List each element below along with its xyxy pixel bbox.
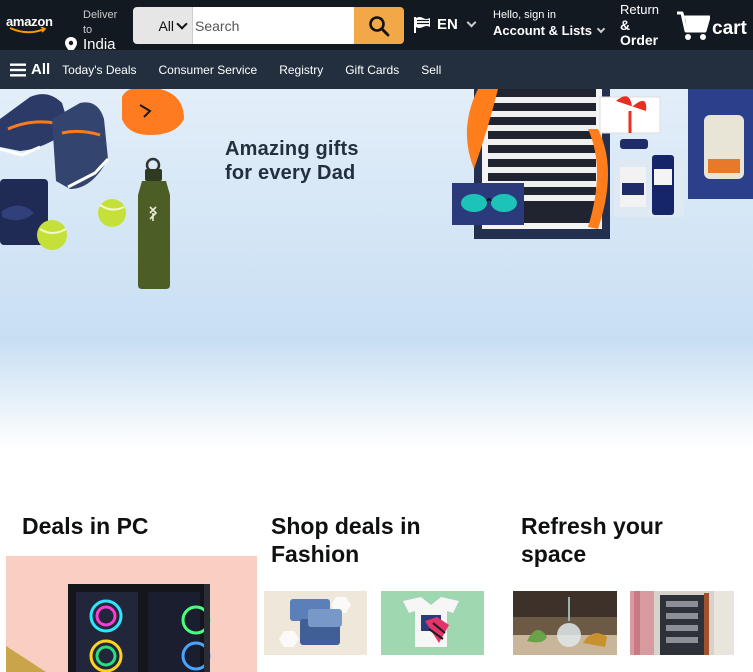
card-shop-deals-in-fashion[interactable]: Shop deals in Fashion: [257, 500, 503, 672]
logo-smile-icon: [9, 27, 47, 34]
returns-orders-link[interactable]: Return & Order: [620, 2, 664, 49]
cart-button[interactable]: cart: [676, 10, 747, 42]
secondary-navbar: All Today's Deals Consumer Service Regis…: [0, 50, 753, 89]
card-title: Refresh your space: [521, 512, 663, 568]
search-icon: [369, 15, 390, 36]
card-deals-in-pc[interactable]: Deals in PC: [6, 500, 257, 672]
home-decor-image[interactable]: [513, 591, 617, 655]
gaming-pc-image: [6, 584, 211, 672]
fashion-jeans-image[interactable]: [264, 591, 367, 655]
search-category-value: All: [158, 17, 174, 34]
search-input[interactable]: [193, 7, 354, 44]
language-selector[interactable]: EN: [413, 14, 477, 34]
hero-products-left-image: [0, 89, 184, 289]
search-button[interactable]: [354, 7, 404, 44]
amazon-logo[interactable]: amazon: [6, 13, 56, 37]
all-menu-label: All: [31, 61, 51, 78]
hero-headline-line2: for every Dad: [225, 162, 356, 184]
hero-banner[interactable]: Amazing gifts for every Dad: [0, 89, 753, 449]
hamburger-menu-icon: [10, 63, 26, 76]
orders-line1: Return: [620, 2, 660, 17]
search-bar: All: [133, 7, 404, 44]
nav-link-consumer-service[interactable]: Consumer Service: [159, 63, 258, 77]
card-title-line1: Refresh your: [521, 513, 663, 539]
fashion-tops-image[interactable]: [381, 591, 484, 655]
orders-line2: &: [620, 16, 631, 33]
nav-link-gift-cards[interactable]: Gift Cards: [345, 63, 399, 77]
card-title-line2: Fashion: [271, 541, 360, 567]
card-title: Shop deals in Fashion: [271, 512, 421, 568]
nav-link-todays-deals[interactable]: Today's Deals: [62, 63, 136, 77]
chevron-down-icon: [596, 24, 606, 34]
orders-line3: Order: [620, 32, 659, 48]
language-code: EN: [437, 15, 458, 33]
cart-icon: [677, 11, 710, 40]
account-menu[interactable]: Hello, sign in Account & Lists: [493, 9, 606, 38]
card-title: Deals in PC: [22, 513, 149, 539]
deliver-to-label: to: [83, 24, 93, 36]
plant-vase-icon: [513, 591, 617, 655]
search-category-select[interactable]: All: [133, 7, 193, 44]
cart-label: cart: [712, 18, 747, 39]
card-title-line2: space: [521, 541, 587, 567]
closet-organizer-image[interactable]: [630, 591, 734, 655]
account-lists-text: Account & Lists: [493, 23, 592, 38]
pc-deal-image: [6, 556, 257, 672]
hero-products-right-image: [452, 89, 753, 239]
hero-headline-line1: Amazing gifts: [225, 138, 359, 160]
hero-headline: Amazing gifts for every Dad: [225, 137, 359, 185]
flag-icon: [414, 16, 430, 33]
chevron-down-icon: [176, 17, 188, 30]
denim-icon: [279, 597, 351, 647]
shirt-icon: [403, 597, 459, 647]
nav-link-registry[interactable]: Registry: [279, 63, 323, 77]
hanger-icon: [630, 591, 734, 655]
top-navbar: amazon Deliver to India All Search EN He…: [0, 0, 753, 53]
nav-link-sell[interactable]: Sell: [421, 63, 441, 77]
card-refresh-your-space[interactable]: Refresh your space: [507, 500, 753, 672]
chevron-down-icon: [466, 17, 477, 27]
account-greeting: Hello, sign in: [493, 9, 556, 21]
deliver-label: Deliver: [83, 9, 118, 21]
card-title-line1: Shop deals in: [271, 513, 421, 539]
account-lists-label: Account & Lists: [493, 23, 606, 38]
all-menu-button[interactable]: All: [0, 61, 50, 78]
